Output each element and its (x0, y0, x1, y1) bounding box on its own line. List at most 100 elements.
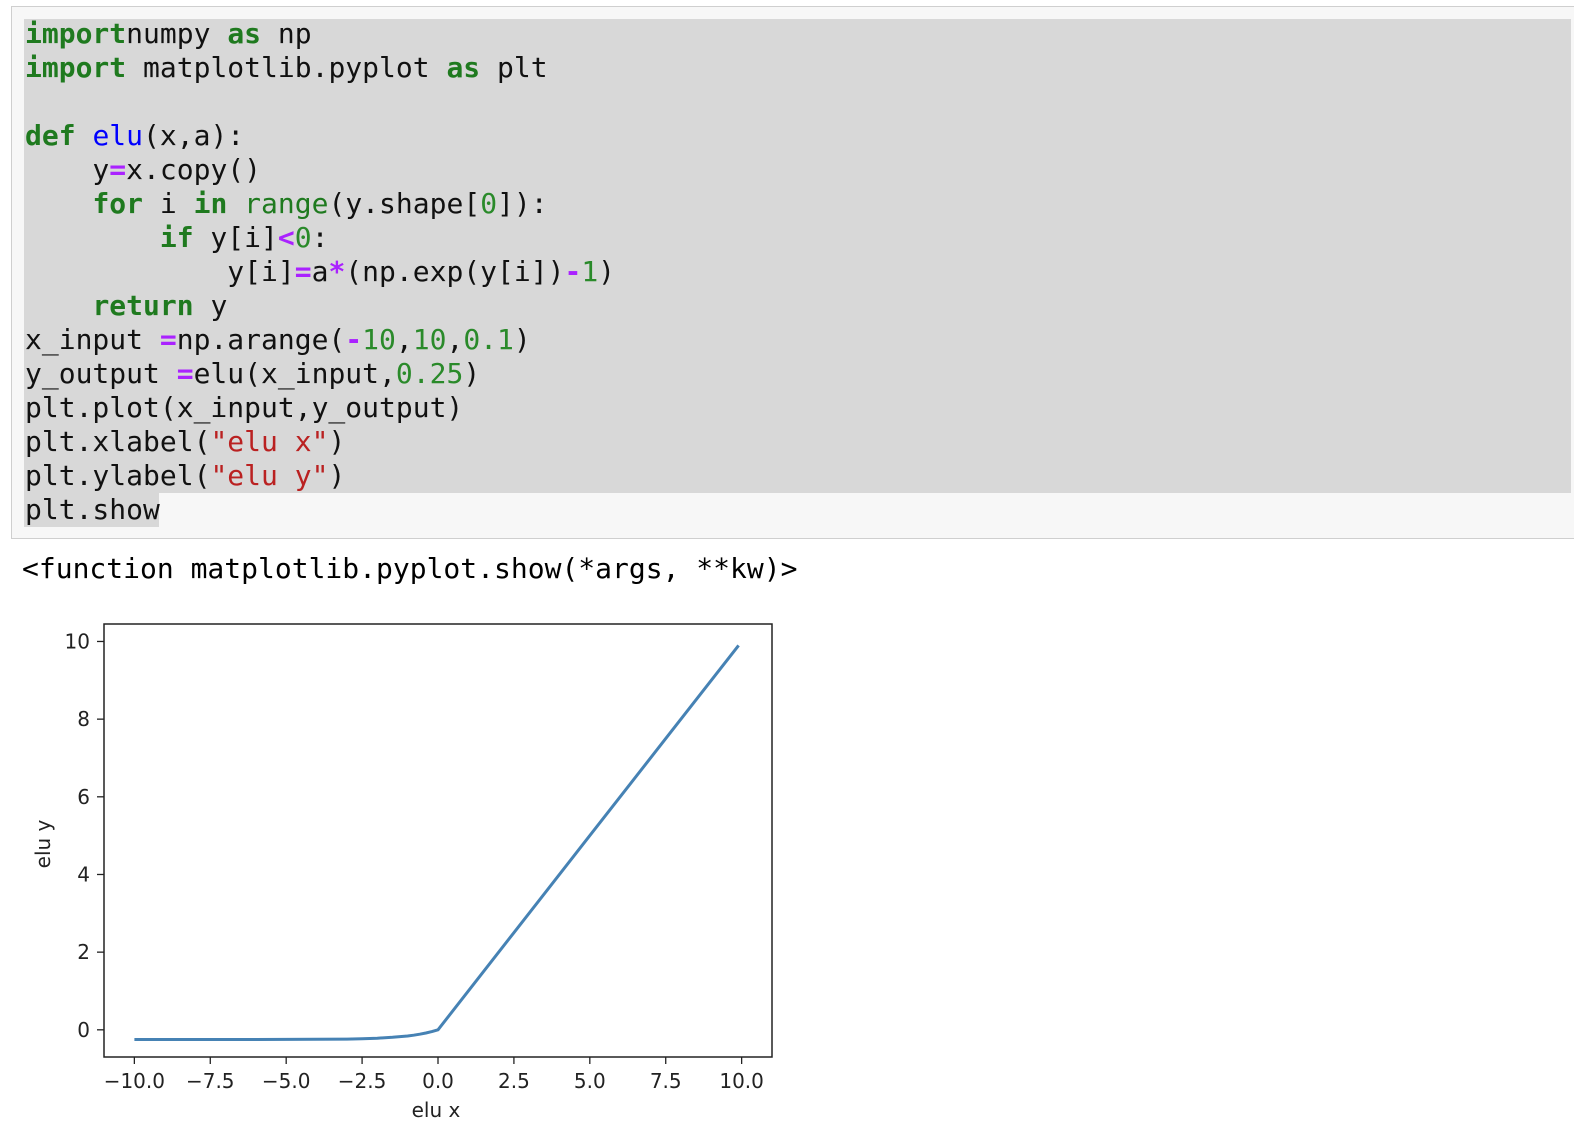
code-token: y_output (25, 357, 177, 390)
y-tick-label: 10 (65, 629, 90, 653)
code-line[interactable]: if y[i]<0: (25, 221, 615, 255)
cell-output-text: <function matplotlib.pyplot.show(*args, … (22, 552, 798, 585)
code-token: a (311, 255, 329, 288)
code-token: y[i] (25, 255, 295, 288)
code-token: 10 (362, 323, 396, 356)
code-token: np (261, 17, 312, 50)
code-editor[interactable]: importnumpy as np import matplotlib.pyplo… (25, 17, 615, 527)
code-token: : (311, 221, 329, 254)
series-line (134, 644, 740, 1041)
code-token: = (159, 323, 177, 356)
code-token: 0 (480, 187, 498, 220)
x-tick-label: 10.0 (719, 1069, 764, 1093)
code-token: (x,a): (143, 119, 245, 152)
code-token: return (92, 289, 194, 322)
code-token: np.arange( (176, 323, 346, 356)
code-token: i (143, 187, 194, 220)
code-token: numpy (126, 17, 228, 50)
code-token: x_input (25, 323, 160, 356)
code-line[interactable] (25, 85, 615, 119)
code-token: - (564, 255, 582, 288)
x-tick-label: −2.5 (338, 1069, 387, 1093)
code-token: ]): (497, 187, 548, 220)
x-tick-label: 5.0 (574, 1069, 606, 1093)
code-token: 1 (581, 255, 599, 288)
code-token: matplotlib.pyplot (126, 51, 447, 84)
code-token: in (193, 187, 228, 220)
x-tick-label: 2.5 (498, 1069, 530, 1093)
y-tick-label: 8 (77, 707, 90, 731)
x-tick-label: 7.5 (650, 1069, 682, 1093)
x-tick-label: −10.0 (104, 1069, 165, 1093)
code-token: as (227, 17, 262, 50)
code-token: plt (480, 51, 548, 84)
y-tick-label: 6 (77, 785, 90, 809)
code-token: ) (513, 323, 531, 356)
x-tick-label: −5.0 (262, 1069, 311, 1093)
code-token: y (193, 289, 228, 322)
code-cell[interactable]: importnumpy as np import matplotlib.pyplo… (11, 6, 1574, 539)
code-token: ) (328, 425, 346, 458)
code-token: if (159, 221, 194, 254)
x-axis-label: elu x (412, 1098, 461, 1122)
code-token: (np.exp(y[i]) (345, 255, 565, 288)
code-line[interactable]: import matplotlib.pyplot as plt (25, 51, 615, 85)
code-token: elu (92, 119, 144, 152)
code-line[interactable]: plt.ylabel("elu y") (25, 459, 615, 493)
code-line[interactable]: plt.xlabel("elu x") (25, 425, 615, 459)
code-token: plt.xlabel( (25, 425, 211, 458)
code-token: - (345, 323, 363, 356)
code-line[interactable]: for i in range(y.shape[0]): (25, 187, 615, 221)
code-token: (y.shape[ (328, 187, 481, 220)
code-token: * (328, 255, 346, 288)
code-token: x.copy() (126, 153, 262, 186)
y-axis-label: elu y (31, 819, 55, 868)
code-token: ) (598, 255, 616, 288)
code-token: "elu y" (210, 459, 329, 492)
code-token: 10 (412, 323, 447, 356)
code-token: "elu x" (210, 425, 329, 458)
code-line[interactable]: y[i]=a*(np.exp(y[i])-1) (25, 255, 615, 289)
code-token: import (25, 17, 127, 50)
code-token: = (109, 153, 127, 186)
code-token: = (176, 357, 194, 390)
code-line[interactable]: x_input =np.arange(-10,10,0.1) (25, 323, 615, 357)
x-tick-label: −7.5 (186, 1069, 235, 1093)
code-token: range (244, 187, 329, 220)
code-token: as (446, 51, 481, 84)
code-token: ) (328, 459, 346, 492)
code-token: y (25, 153, 110, 186)
code-token: , (395, 323, 413, 356)
code-token: def (25, 119, 76, 152)
code-token: = (294, 255, 312, 288)
plot-axes: −10.0 −7.5 −5.0 −2.5 0.0 2.5 5.0 7.5 10.0 0 2 4 6 8 10… (31, 623, 773, 1122)
code-token: 0.1 (463, 323, 514, 356)
y-tick-label: 0 (77, 1018, 90, 1042)
code-token: elu(x_input, (193, 357, 396, 390)
code-line[interactable]: plt.plot(x_input,y_output) (25, 391, 615, 425)
code-line[interactable]: y=x.copy() (25, 153, 615, 187)
code-line[interactable]: plt.show (25, 493, 615, 527)
code-token: plt.ylabel( (25, 459, 211, 492)
code-token: plt.plot(x_input,y_output) (25, 391, 464, 424)
code-line[interactable]: y_output =elu(x_input,0.25) (25, 357, 615, 391)
code-token: < (277, 221, 295, 254)
x-tick-label: 0.0 (422, 1069, 454, 1093)
code-token: y[i] (193, 221, 278, 254)
plot-frame (103, 623, 773, 1058)
code-token: 0 (294, 221, 312, 254)
code-token: ) (463, 357, 481, 390)
code-line[interactable]: importnumpy as np (25, 17, 615, 51)
y-tick-label: 4 (77, 862, 90, 886)
code-line[interactable]: def elu(x,a): (25, 119, 615, 153)
code-line[interactable]: return y (25, 289, 615, 323)
code-token: 0.25 (395, 357, 464, 390)
y-tick-label: 2 (77, 940, 90, 964)
code-token: , (446, 323, 464, 356)
code-token: import (25, 51, 127, 84)
